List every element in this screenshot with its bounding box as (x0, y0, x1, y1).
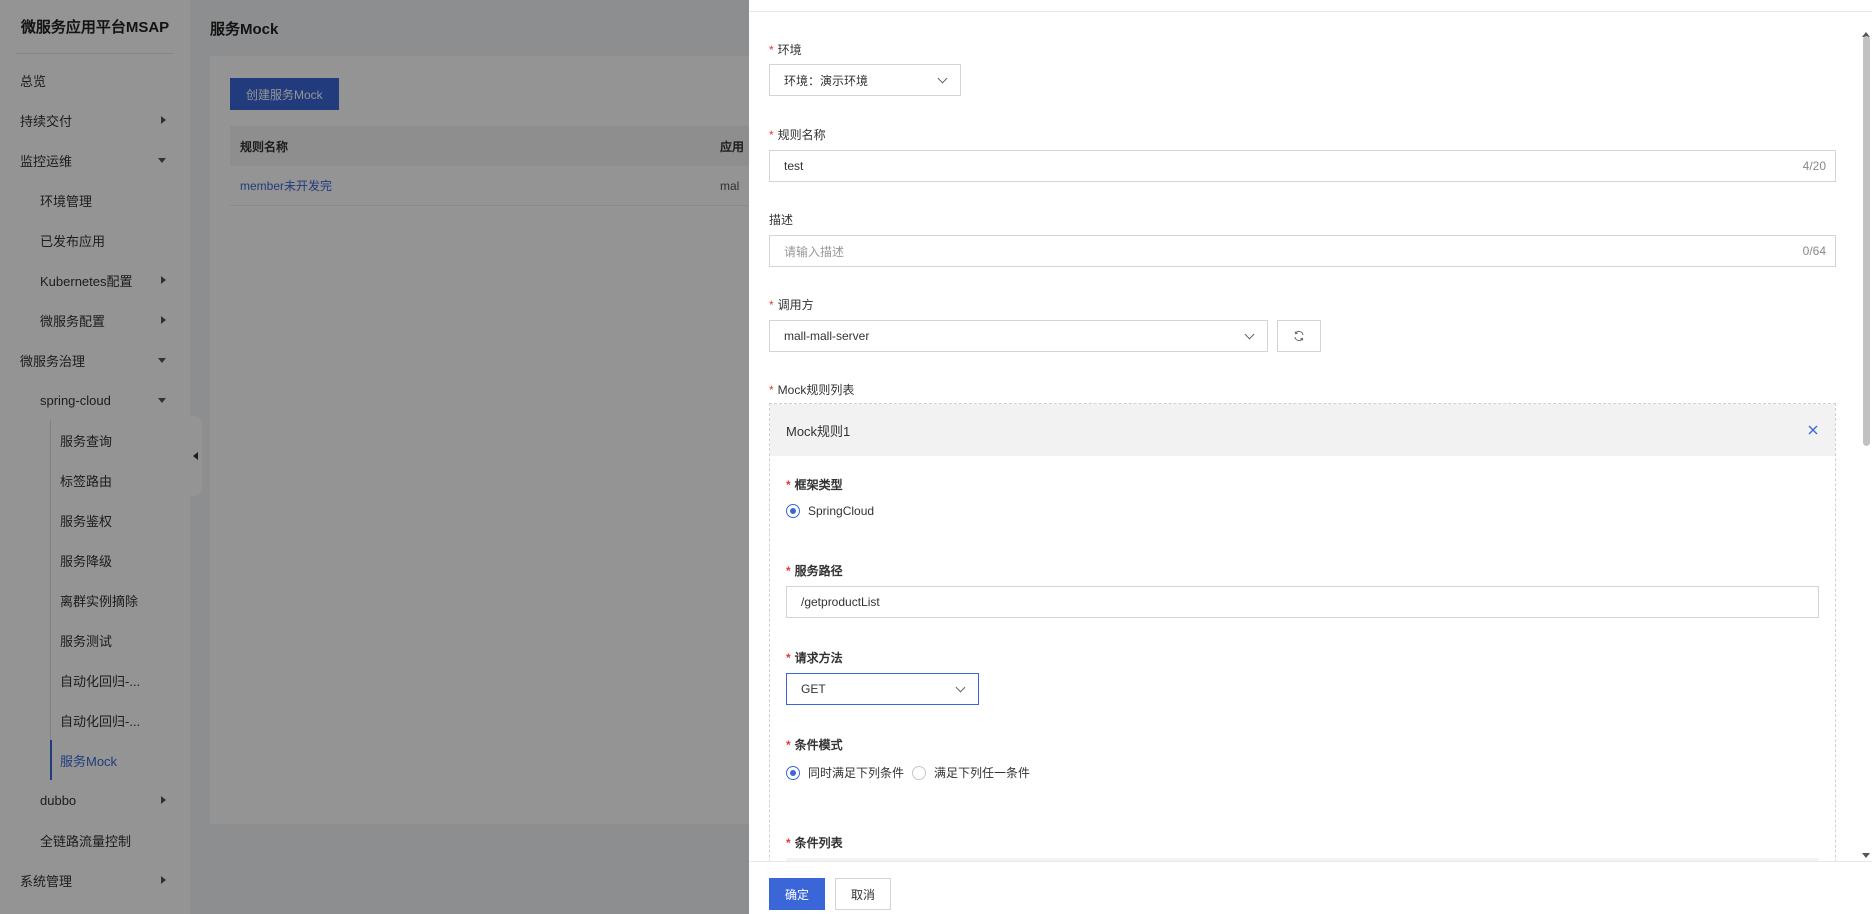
chevron-down-icon (1244, 329, 1255, 340)
scroll-thumb[interactable] (1863, 36, 1870, 446)
caller-select[interactable]: mall-mall-server (769, 320, 1268, 352)
confirm-button[interactable]: 确定 (769, 878, 825, 910)
caller-select-value: mall-mall-server (784, 329, 870, 343)
chevron-down-icon (937, 73, 948, 84)
rule-name-input[interactable]: test 4/20 (769, 150, 1836, 182)
rule-name-value: test (784, 159, 804, 173)
condition-mode-option-any[interactable]: 满足下列任一条件 (912, 764, 1030, 781)
create-mock-drawer: * 环境 环境：演示环境 * 规则名称 test 4/20 描述 请输入描述 0/6… (749, 0, 1872, 914)
framework-option-label: SpringCloud (808, 504, 875, 518)
radio-checked-icon (786, 765, 800, 780)
mock-rule-card: Mock规则1 * 框架类型 SpringCloud * 服务路径 /getprod… (769, 403, 1836, 861)
description-input[interactable]: 请输入描述 0/64 (769, 235, 1836, 267)
refresh-icon (1294, 331, 1304, 341)
cancel-button[interactable]: 取消 (835, 878, 891, 910)
service-path-value: /getproductList (801, 595, 880, 609)
condition-mode-option-label: 同时满足下列条件 (808, 766, 905, 780)
condition-mode-radio-group: 同时满足下列条件 满足下列任一条件 (786, 764, 1038, 781)
framework-label: * 框架类型 (786, 478, 843, 492)
radio-checked-icon (786, 504, 800, 518)
description-counter: 0/64 (1802, 244, 1826, 258)
chevron-down-icon (955, 682, 966, 693)
mock-rule-title: Mock规则1 (786, 423, 851, 439)
request-method-select[interactable]: GET (786, 673, 979, 705)
rule-name-label: * 规则名称 (769, 128, 826, 142)
caller-label: * 调用方 (769, 298, 814, 312)
drawer-footer: 确定 取消 (749, 861, 1872, 914)
mock-rules-label: * Mock规则列表 (769, 383, 855, 397)
condition-mode-option-label: 满足下列任一条件 (934, 766, 1031, 780)
framework-radio-group: SpringCloud (786, 504, 882, 518)
drawer-body: * 环境 环境：演示环境 * 规则名称 test 4/20 描述 请输入描述 0/6… (749, 12, 1860, 861)
close-icon[interactable] (1807, 424, 1819, 436)
condition-mode-label: * 条件模式 (786, 738, 843, 752)
env-label: * 环境 (769, 43, 802, 57)
service-path-label: * 服务路径 (786, 564, 843, 578)
condition-mode-option-all[interactable]: 同时满足下列条件 (786, 764, 904, 781)
description-label: 描述 (769, 213, 794, 227)
request-method-label: * 请求方法 (786, 651, 843, 665)
drawer-scrollbar[interactable] (1860, 30, 1872, 860)
request-method-value: GET (801, 682, 826, 696)
framework-option-springcloud[interactable]: SpringCloud (786, 504, 874, 518)
description-placeholder: 请输入描述 (784, 244, 845, 259)
refresh-caller-button[interactable] (1277, 320, 1321, 352)
condition-list-label: * 条件列表 (786, 836, 843, 850)
rule-name-counter: 4/20 (1802, 159, 1826, 173)
service-path-input[interactable]: /getproductList (786, 586, 1819, 618)
env-select-value: 环境：演示环境 (784, 73, 869, 88)
radio-unchecked-icon (912, 765, 927, 780)
scroll-down-icon[interactable] (1862, 853, 1870, 858)
env-select[interactable]: 环境：演示环境 (769, 64, 961, 96)
mock-rule-header: Mock规则1 (770, 404, 1835, 456)
